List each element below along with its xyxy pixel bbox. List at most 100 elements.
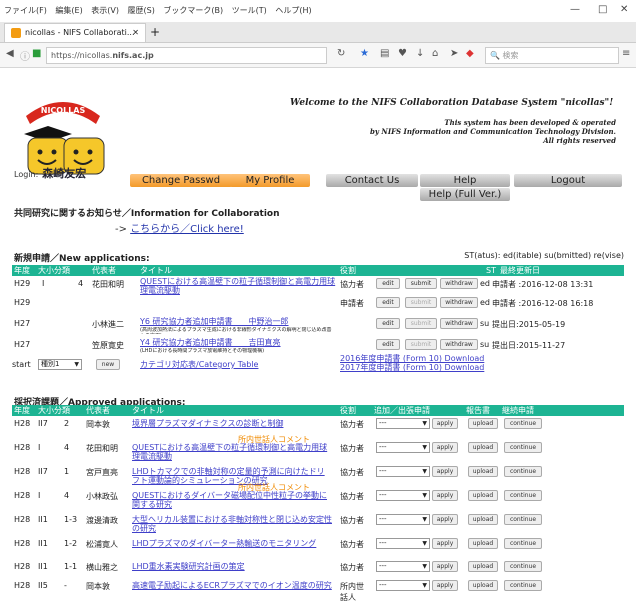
start-select[interactable]: 種別1 ▼ <box>38 359 82 370</box>
request-select[interactable]: --- ▼ <box>376 561 430 572</box>
withdraw-button[interactable]: withdraw <box>440 297 478 308</box>
addon-icon[interactable]: ◆ <box>466 48 474 59</box>
close-tab-icon[interactable]: ✕ <box>132 24 139 42</box>
cell-title-link[interactable]: LHD重水素実験研究計画の策定 <box>132 562 332 580</box>
edit-button[interactable]: edit <box>376 297 400 308</box>
cell-title-link[interactable]: 高速電子励起によるECRプラズマでのイオン温度の研究 <box>132 581 332 599</box>
upload-button[interactable]: upload <box>468 442 498 453</box>
apply-button[interactable]: apply <box>432 442 458 453</box>
browser-tab[interactable]: nicollas - NIFS Collaborati... ✕ <box>4 23 146 42</box>
upload-button[interactable]: upload <box>468 418 498 429</box>
upload-button[interactable]: upload <box>468 466 498 477</box>
minimize-icon[interactable]: — <box>570 4 580 15</box>
upload-button[interactable]: upload <box>468 514 498 525</box>
send-icon[interactable]: ➤ <box>450 48 458 59</box>
help-full-button[interactable]: Help (Full Ver.) <box>420 188 510 201</box>
request-select[interactable]: --- ▼ <box>376 580 430 591</box>
request-select-value: --- <box>379 467 387 475</box>
submit-button[interactable]: submit <box>405 297 437 308</box>
menu-help[interactable]: ヘルプ(H) <box>275 6 311 15</box>
continue-button[interactable]: continue <box>504 561 542 572</box>
collab-link[interactable]: こちらから／Click here! <box>130 224 244 235</box>
hamburger-menu-icon[interactable]: ≡ <box>622 48 630 59</box>
withdraw-button[interactable]: withdraw <box>440 278 478 289</box>
table-row: H29 申請者 edit submit withdraw ed 申請者 :2016-12-0… <box>12 297 624 316</box>
submit-button[interactable]: submit <box>405 339 437 350</box>
menu-edit[interactable]: 編集(E) <box>55 6 82 15</box>
download-icon[interactable]: ↓ <box>416 48 424 59</box>
edit-button[interactable]: edit <box>376 318 400 329</box>
withdraw-button[interactable]: withdraw <box>440 318 478 329</box>
cell-title-link[interactable]: LHDプラズマのダイバーター熱輸送のモニタリング <box>132 539 332 557</box>
apply-button[interactable]: apply <box>432 514 458 525</box>
apply-button[interactable]: apply <box>432 490 458 501</box>
bookmark-star-icon[interactable]: ★ <box>360 48 369 59</box>
edit-button[interactable]: edit <box>376 339 400 350</box>
new-button[interactable]: new <box>96 359 120 370</box>
home-icon[interactable]: ⌂ <box>432 48 438 59</box>
url-field[interactable]: https://nicollas.nifs.ac.jp <box>46 47 327 64</box>
change-passwd-button[interactable]: Change Passwd <box>130 174 232 187</box>
apply-button[interactable]: apply <box>432 580 458 591</box>
search-input[interactable]: 🔍 検索 <box>485 47 619 64</box>
request-select[interactable]: --- ▼ <box>376 514 430 525</box>
withdraw-button[interactable]: withdraw <box>440 339 478 350</box>
reload-icon[interactable]: ↻ <box>337 48 345 59</box>
table-row: H28 II7 1 宮戸直亮 LHDトカマクでの非軸対称の定量的予測に向けたドリフト運動… <box>12 466 624 485</box>
continue-button[interactable]: continue <box>504 466 542 477</box>
apply-button[interactable]: apply <box>432 466 458 477</box>
submit-button[interactable]: submit <box>405 278 437 289</box>
info-icon[interactable]: ⓘ <box>20 48 30 63</box>
request-select[interactable]: --- ▼ <box>376 466 430 477</box>
approved-header: 年度 大小分類 代表者 タイトル 役割 追加／出張申請 報告書 継続申請 <box>12 405 624 416</box>
continue-button[interactable]: continue <box>504 442 542 453</box>
request-select[interactable]: --- ▼ <box>376 538 430 549</box>
logout-button[interactable]: Logout <box>514 174 622 187</box>
continue-button[interactable]: continue <box>504 418 542 429</box>
form-2017-link[interactable]: 2017年度申請書 (Form 10) Download <box>340 363 484 372</box>
request-select[interactable]: --- ▼ <box>376 490 430 501</box>
cell-title-link[interactable]: Y6 研究協力者追加申請書 中野治一郎 <box>140 317 336 326</box>
category-table-link[interactable]: カテゴリ対応表/Category Table <box>140 360 258 369</box>
upload-button[interactable]: upload <box>468 538 498 549</box>
new-tab-icon[interactable]: + <box>150 23 160 41</box>
cell-title-link[interactable]: Y4 研究協力者追加申請書 吉田直亮 <box>140 338 336 347</box>
col-title: タイトル <box>132 406 164 415</box>
request-select[interactable]: --- ▼ <box>376 442 430 453</box>
close-window-icon[interactable]: ✕ <box>620 4 628 15</box>
maximize-icon[interactable]: □ <box>598 4 607 15</box>
upload-button[interactable]: upload <box>468 490 498 501</box>
upload-button[interactable]: upload <box>468 561 498 572</box>
apply-button[interactable]: apply <box>432 418 458 429</box>
continue-button[interactable]: continue <box>504 490 542 501</box>
apply-button[interactable]: apply <box>432 561 458 572</box>
submit-button[interactable]: submit <box>405 318 437 329</box>
menu-tools[interactable]: ツール(T) <box>232 6 267 15</box>
my-profile-button[interactable]: My Profile <box>230 174 310 187</box>
help-button[interactable]: Help <box>420 174 510 187</box>
edit-button[interactable]: edit <box>376 278 400 289</box>
menu-history[interactable]: 履歴(S) <box>128 6 155 15</box>
cell-cat1: II1 <box>38 562 48 571</box>
back-icon[interactable]: ◀ <box>6 48 14 59</box>
library-icon[interactable]: ▤ <box>380 48 389 59</box>
pocket-icon[interactable]: ♥ <box>398 48 407 59</box>
cell-title-link[interactable]: 大型ヘリカル装置における非軸対称性と閉じ込め安定性の研究 <box>132 515 332 533</box>
continue-button[interactable]: continue <box>504 514 542 525</box>
contact-us-button[interactable]: Contact Us <box>326 174 418 187</box>
cell-title-link[interactable]: QUESTにおける高温壁下の粒子循環制御と高電力用球理電流駆動 <box>132 443 332 461</box>
request-select[interactable]: --- ▼ <box>376 418 430 429</box>
menu-file[interactable]: ファイル(F) <box>4 6 47 15</box>
continue-button[interactable]: continue <box>504 580 542 591</box>
cell-cat2: 1-3 <box>64 515 78 524</box>
cell-cat1: II1 <box>38 539 48 548</box>
continue-button[interactable]: continue <box>504 538 542 549</box>
form-2016-link[interactable]: 2016年度申請書 (Form 10) Download <box>340 354 484 363</box>
table-row: H27 小林進二 Y6 研究協力者追加申請書 中野治一郎 (高周波加熱法によるプラズマ… <box>12 317 624 337</box>
menu-view[interactable]: 表示(V) <box>91 6 119 15</box>
menu-bookmarks[interactable]: ブックマーク(B) <box>163 6 223 15</box>
cell-title-link[interactable]: QUESTにおけるダイバータ磁場配位中性粒子の挙動に関する研究 <box>132 491 332 509</box>
apply-button[interactable]: apply <box>432 538 458 549</box>
cell-title-link[interactable]: QUESTにおける高温壁下の粒子循環制御と高電力用球理電流駆動 <box>140 277 336 295</box>
upload-button[interactable]: upload <box>468 580 498 591</box>
